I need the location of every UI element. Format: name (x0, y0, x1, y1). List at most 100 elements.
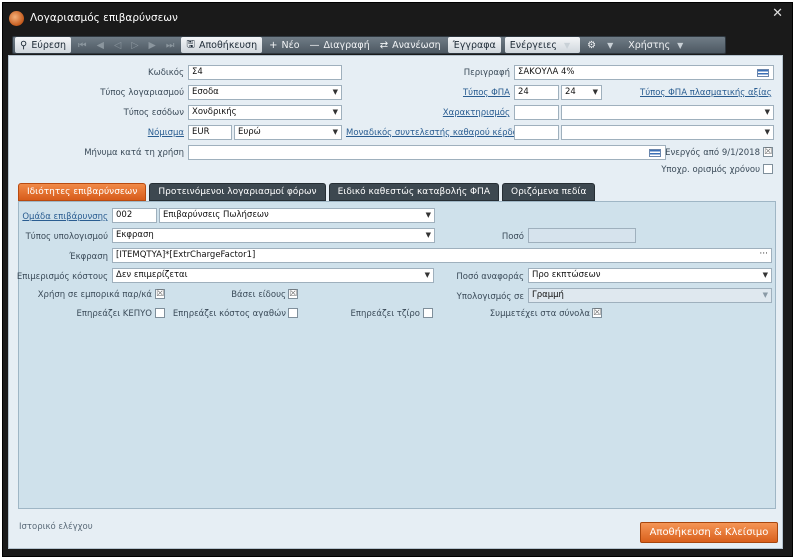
search-icon: ⚲ (20, 39, 28, 51)
reference-amount-select[interactable]: Προ εκπτώσεων ▼ (528, 268, 772, 283)
next-record-button[interactable]: ▶ (144, 37, 161, 53)
title-bar: Λογαριασμός επιβαρύνσεων ✕ (3, 3, 792, 33)
commercial-docs-label: Χρήση σε εμπορικά παρ/κά (37, 290, 152, 300)
currency-code-input[interactable]: EUR (188, 125, 232, 140)
in-totals-checkbox[interactable]: ☒ (592, 308, 602, 318)
currency-select[interactable]: Ευρώ ▼ (234, 125, 342, 140)
tab-custom-fields[interactable]: Οριζόμενα πεδία (501, 183, 596, 201)
vat-type-select[interactable]: 24 ▼ (561, 85, 602, 100)
chevron-down-icon: ▼ (764, 108, 770, 116)
currency-link[interactable]: Νόμισμα (120, 128, 184, 138)
refresh-button[interactable]: ⇄ Ανανέωση (375, 37, 446, 53)
characterization-link[interactable]: Χαρακτηρισμός (400, 108, 510, 118)
calc-in-label: Υπολογισμός σε (456, 292, 524, 302)
new-button[interactable]: + Νέο (264, 37, 304, 53)
minus-icon: — (309, 39, 320, 51)
message-label: Μήνυμα κατά τη χρήση (84, 148, 184, 158)
window-title: Λογαριασμός επιβαρύνσεων (30, 12, 178, 24)
net-profit-select[interactable]: ▼ (561, 125, 774, 140)
chevron-down-icon: ▼ (677, 40, 684, 50)
settings-menu[interactable]: ⚙ ▼ (582, 37, 623, 53)
floppy-icon: 🖫 (186, 38, 195, 50)
fictitious-vat-type-link[interactable]: Τύπος ΦΠΑ πλασματικής αξίας (640, 88, 772, 98)
chevron-down-icon: ▼ (607, 40, 614, 50)
charge-group-code-input[interactable]: 002 (112, 208, 157, 223)
account-type-label: Τύπος λογαριασμού (100, 88, 184, 98)
characterization-code-input[interactable] (514, 105, 559, 120)
description-input[interactable]: ΣΑΚΟΥΛΑ 4% (514, 65, 774, 80)
account-type-select[interactable]: Εσοδα ▼ (188, 85, 342, 100)
revenue-type-label: Τύπος εσόδων (123, 108, 184, 118)
code-label: Κωδικός (148, 68, 184, 78)
refresh-icon: ⇄ (379, 39, 389, 51)
description-label: Περιγραφή (463, 68, 510, 78)
last-record-button[interactable]: ⏭ (161, 37, 180, 53)
active-from-label: Ενεργός από 9/1/2018 (665, 148, 760, 158)
documents-button[interactable]: Έγγραφα (447, 37, 501, 53)
charge-group-select[interactable]: Επιβαρύνσεις Πωλήσεων ▼ (159, 208, 435, 223)
gear-icon: ⚙ (587, 39, 597, 51)
next-step-button[interactable]: ▷ (126, 37, 143, 53)
chevron-down-icon: ▼ (764, 128, 770, 136)
chevron-down-icon: ▼ (762, 271, 768, 279)
user-menu[interactable]: Χρήστης ▼ (623, 37, 693, 53)
revenue-type-select[interactable]: Χονδρικής ▼ (188, 105, 342, 120)
message-input[interactable] (188, 145, 666, 160)
delete-button[interactable]: — Διαγραφή (305, 37, 375, 53)
chevron-down-icon: ▼ (425, 211, 431, 219)
affects-goods-cost-checkbox[interactable] (288, 308, 298, 318)
time-definition-label: Υποχρ. ορισμός χρόνου (661, 165, 760, 175)
tab-charge-properties[interactable]: Ιδιότητες επιβαρύνσεων (18, 183, 147, 201)
chevron-down-icon: ▼ (425, 231, 431, 239)
tab-strip: Ιδιότητες επιβαρύνσεων Προτεινόμενοι λογ… (18, 183, 598, 201)
vat-type-label: Τύπος ΦΠΑ (462, 88, 510, 98)
prev-step-button[interactable]: ◁ (109, 37, 126, 53)
in-totals-label: Συμμετέχει στα σύνολα (489, 309, 590, 319)
cost-split-label: Επιμερισμός κόστους (16, 272, 108, 282)
tab-proposed-tax-accounts[interactable]: Προτεινόμενοι λογαριασμοί φόρων (149, 183, 326, 201)
affects-turnover-checkbox[interactable] (423, 308, 433, 318)
actions-menu[interactable]: Ενέργειες ▼ (504, 37, 581, 53)
affects-kepyo-checkbox[interactable] (155, 308, 165, 318)
chevron-down-icon: ▼ (563, 40, 571, 50)
affects-turnover-label: Επηρεάζει τζίρο (350, 309, 420, 319)
chevron-down-icon: ▼ (332, 128, 338, 136)
app-logo-icon (9, 11, 24, 26)
affects-kepyo-label: Επηρεάζει ΚΕΠΥΟ (76, 309, 152, 319)
save-button[interactable]: 🖫 Αποθήκευση (181, 37, 263, 53)
reference-amount-label: Ποσό αναφοράς (456, 272, 524, 282)
time-definition-checkbox[interactable] (763, 164, 773, 174)
vat-type-code-input[interactable]: 24 (514, 85, 559, 100)
chevron-down-icon: ▼ (332, 108, 338, 116)
amount-input (528, 228, 636, 243)
commercial-docs-checkbox[interactable]: ☒ (155, 289, 165, 299)
net-profit-factor-link[interactable]: Μοναδικός συντελεστής καθαρού κέρδους (346, 128, 528, 138)
audit-history-link[interactable]: Ιστορικό ελέγχου (19, 522, 93, 532)
active-checkbox[interactable]: ☒ (763, 147, 773, 157)
expression-input[interactable]: [ITEMQTYA]*[ExtrChargeFactor1] ··· (112, 248, 772, 263)
search-button[interactable]: ⚲ Εύρεση (15, 37, 72, 53)
first-record-button[interactable]: ⏮ (73, 37, 92, 53)
language-flag-icon[interactable] (649, 149, 661, 157)
calc-in-select[interactable]: Γραμμή ▼ (528, 288, 772, 303)
code-input[interactable]: Σ4 (188, 65, 342, 80)
charge-group-link[interactable]: Ομάδα επιβάρυνσης (20, 212, 108, 222)
toolbar: ⚲ Εύρεση ⏮ ◀ ◁ ▷ ▶ ⏭ 🖫 Αποθήκευση + Νέο … (12, 36, 726, 54)
tab-special-vat-regime[interactable]: Ειδικό καθεστώς καταβολής ΦΠΑ (328, 183, 499, 201)
ellipsis-icon[interactable]: ··· (759, 249, 768, 259)
by-item-checkbox[interactable]: ☒ (288, 289, 298, 299)
plus-icon: + (269, 39, 278, 51)
close-icon[interactable]: ✕ (772, 6, 783, 21)
chevron-down-icon: ▼ (762, 291, 768, 299)
chevron-down-icon: ▼ (332, 88, 338, 96)
chevron-down-icon: ▼ (592, 88, 598, 96)
calc-type-select[interactable]: Εκφραση ▼ (112, 228, 435, 243)
prev-record-button[interactable]: ◀ (92, 37, 109, 53)
save-and-close-button[interactable]: Αποθήκευση & Κλείσιμο (640, 522, 778, 543)
calc-type-label: Τύπος υπολογισμού (25, 232, 108, 242)
cost-split-select[interactable]: Δεν επιμερίζεται ▼ (112, 268, 434, 283)
net-profit-code-input[interactable] (514, 125, 559, 140)
characterization-select[interactable]: ▼ (561, 105, 774, 120)
language-flag-icon[interactable] (757, 69, 769, 77)
affects-goods-cost-label: Επηρεάζει κόστος αγαθών (172, 309, 286, 319)
